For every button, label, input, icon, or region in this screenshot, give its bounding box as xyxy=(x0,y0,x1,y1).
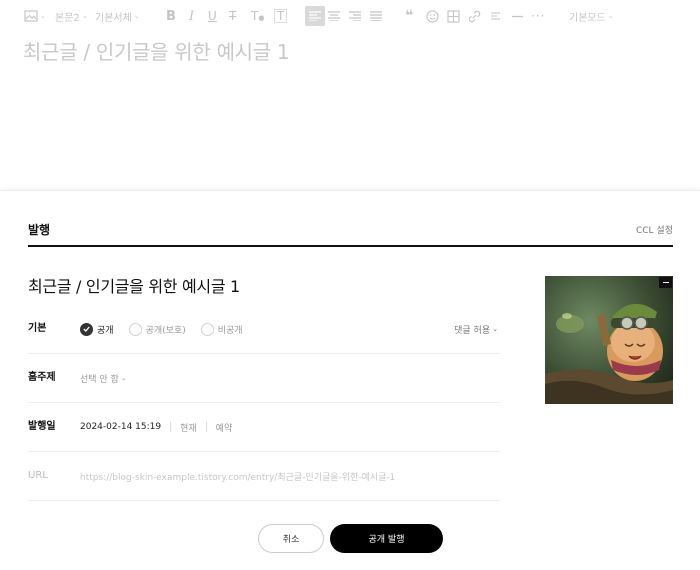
visibility-label: 기본 xyxy=(28,323,47,334)
align-center-button[interactable] xyxy=(328,6,340,26)
visibility-public-label: 공개 xyxy=(97,325,114,336)
table-icon xyxy=(447,9,460,23)
quote-button[interactable]: ❝ xyxy=(405,6,413,26)
bold-button[interactable]: B xyxy=(166,6,176,26)
publish-date-options: 2024-02-14 15:19 현재 예약 xyxy=(80,403,232,451)
remove-thumbnail-button[interactable] xyxy=(659,277,672,288)
mode-select[interactable]: 기본모드 ⌄ xyxy=(569,6,614,26)
align-left-button[interactable] xyxy=(305,6,325,26)
font-label: 기본서체 xyxy=(95,12,132,24)
visibility-row: 기본 공개 공개(보호) 비공개 댓글 허용 ⌄ xyxy=(28,305,500,354)
visibility-private-label: 비공개 xyxy=(217,325,243,336)
thumbnail-illustration xyxy=(545,276,673,404)
comment-permission-select[interactable]: 댓글 허용 ⌄ xyxy=(454,305,498,353)
underline-icon: U xyxy=(208,9,217,23)
post-title: 최근글 / 인기글을 위한 예시글 1 xyxy=(28,277,240,296)
link-icon xyxy=(468,10,481,22)
publish-button[interactable]: 공개 발행 xyxy=(330,524,443,553)
text-background-icon: T xyxy=(274,9,288,23)
text-color-button[interactable]: T● xyxy=(251,6,264,26)
url-field[interactable]: https://blog-skin-example.tistory.com/en… xyxy=(80,452,395,500)
align-justify-icon xyxy=(370,11,382,21)
publish-date-label: 발행일 xyxy=(28,421,56,432)
publish-reserve-button[interactable]: 예약 xyxy=(216,421,233,434)
check-icon xyxy=(80,322,93,336)
paragraph-style-label: 본문2 xyxy=(55,12,80,24)
strikethrough-icon: T xyxy=(229,9,237,23)
code-icon xyxy=(491,11,500,20)
align-right-icon xyxy=(349,11,361,21)
quote-icon: ❝ xyxy=(405,8,414,24)
bold-icon: B xyxy=(166,8,176,24)
italic-button[interactable]: I xyxy=(189,6,194,26)
chevron-down-icon: ⌄ xyxy=(492,325,498,333)
chevron-down-icon: ⌄ xyxy=(81,12,88,20)
editor-toolbar: ⌄ 본문2 ⌄ 기본서체 ⌄ B I U T T● T ❝ ··· 기본모드 ⌄ xyxy=(0,6,700,26)
text-background-button[interactable]: T xyxy=(274,6,288,26)
divider xyxy=(205,422,207,432)
publish-panel-header: 발행 CCL 설정 xyxy=(28,191,673,247)
thumbnail-image[interactable] xyxy=(545,276,673,404)
align-justify-button[interactable] xyxy=(370,6,382,26)
visibility-private-radio[interactable]: 비공개 xyxy=(200,322,243,336)
horizontal-line-icon xyxy=(512,15,523,17)
url-value: https://blog-skin-example.tistory.com/en… xyxy=(80,472,396,483)
text-color-icon: T● xyxy=(251,9,265,23)
publish-panel-title: 발행 xyxy=(28,223,51,237)
visibility-public-radio[interactable]: 공개 xyxy=(80,322,114,336)
editor-title-input[interactable]: 최근글 / 인기글을 위한 예시글 1 xyxy=(23,36,290,65)
more-button[interactable]: ··· xyxy=(531,6,545,26)
url-row: URL https://blog-skin-example.tistory.co… xyxy=(28,452,500,501)
chevron-down-icon: ⌄ xyxy=(120,374,127,382)
align-left-icon xyxy=(309,11,321,21)
editor-area: ⌄ 본문2 ⌄ 기본서체 ⌄ B I U T T● T ❝ ··· 기본모드 ⌄… xyxy=(0,0,700,190)
align-right-button[interactable] xyxy=(349,6,361,26)
radio-circle-icon xyxy=(128,322,142,336)
cancel-button[interactable]: 취소 xyxy=(258,524,324,553)
paragraph-style-select[interactable]: 본문2 ⌄ xyxy=(55,6,88,26)
url-label: URL xyxy=(28,470,48,481)
image-insert-button[interactable]: ⌄ xyxy=(24,6,46,26)
radio-circle-icon xyxy=(200,322,214,336)
divider xyxy=(170,422,172,432)
home-topic-row: 홈주제 선택 안 함 ⌄ xyxy=(28,354,500,403)
align-center-icon xyxy=(328,11,340,21)
visibility-protected-radio[interactable]: 공개(보호) xyxy=(128,322,186,336)
publish-date-row: 발행일 2024-02-14 15:19 현재 예약 xyxy=(28,403,500,452)
code-button[interactable] xyxy=(489,6,502,26)
smile-icon xyxy=(426,9,439,23)
chevron-down-icon: ⌄ xyxy=(133,12,140,20)
visibility-protected-label: 공개(보호) xyxy=(145,325,186,336)
link-button[interactable] xyxy=(468,6,481,26)
visibility-options: 공개 공개(보호) 비공개 xyxy=(80,305,258,353)
image-icon xyxy=(24,10,38,22)
ccl-settings-link[interactable]: CCL 설정 xyxy=(636,223,673,236)
publish-date-value: 2024-02-14 15:19 xyxy=(80,422,162,432)
home-topic-select[interactable]: 선택 안 함 ⌄ xyxy=(80,354,127,402)
home-topic-value: 선택 안 함 xyxy=(80,374,119,385)
publish-now-button[interactable]: 현재 xyxy=(180,421,197,434)
font-select[interactable]: 기본서체 ⌄ xyxy=(95,6,140,26)
home-topic-label: 홈주제 xyxy=(28,372,56,383)
more-icon: ··· xyxy=(531,9,546,23)
table-button[interactable] xyxy=(447,6,460,26)
divider-button[interactable] xyxy=(511,6,524,26)
comment-permission-label: 댓글 허용 xyxy=(454,325,491,336)
publish-panel: 발행 CCL 설정 최근글 / 인기글을 위한 예시글 1 기본 공개 공개(보… xyxy=(0,190,700,570)
italic-icon: I xyxy=(189,8,195,24)
mode-label: 기본모드 xyxy=(569,12,606,24)
strikethrough-button[interactable]: T xyxy=(229,6,236,26)
chevron-down-icon: ⌄ xyxy=(607,12,614,20)
minus-icon xyxy=(662,282,669,283)
emoticon-button[interactable] xyxy=(426,6,439,26)
chevron-down-icon: ⌄ xyxy=(40,12,46,20)
underline-button[interactable]: U xyxy=(208,6,217,26)
